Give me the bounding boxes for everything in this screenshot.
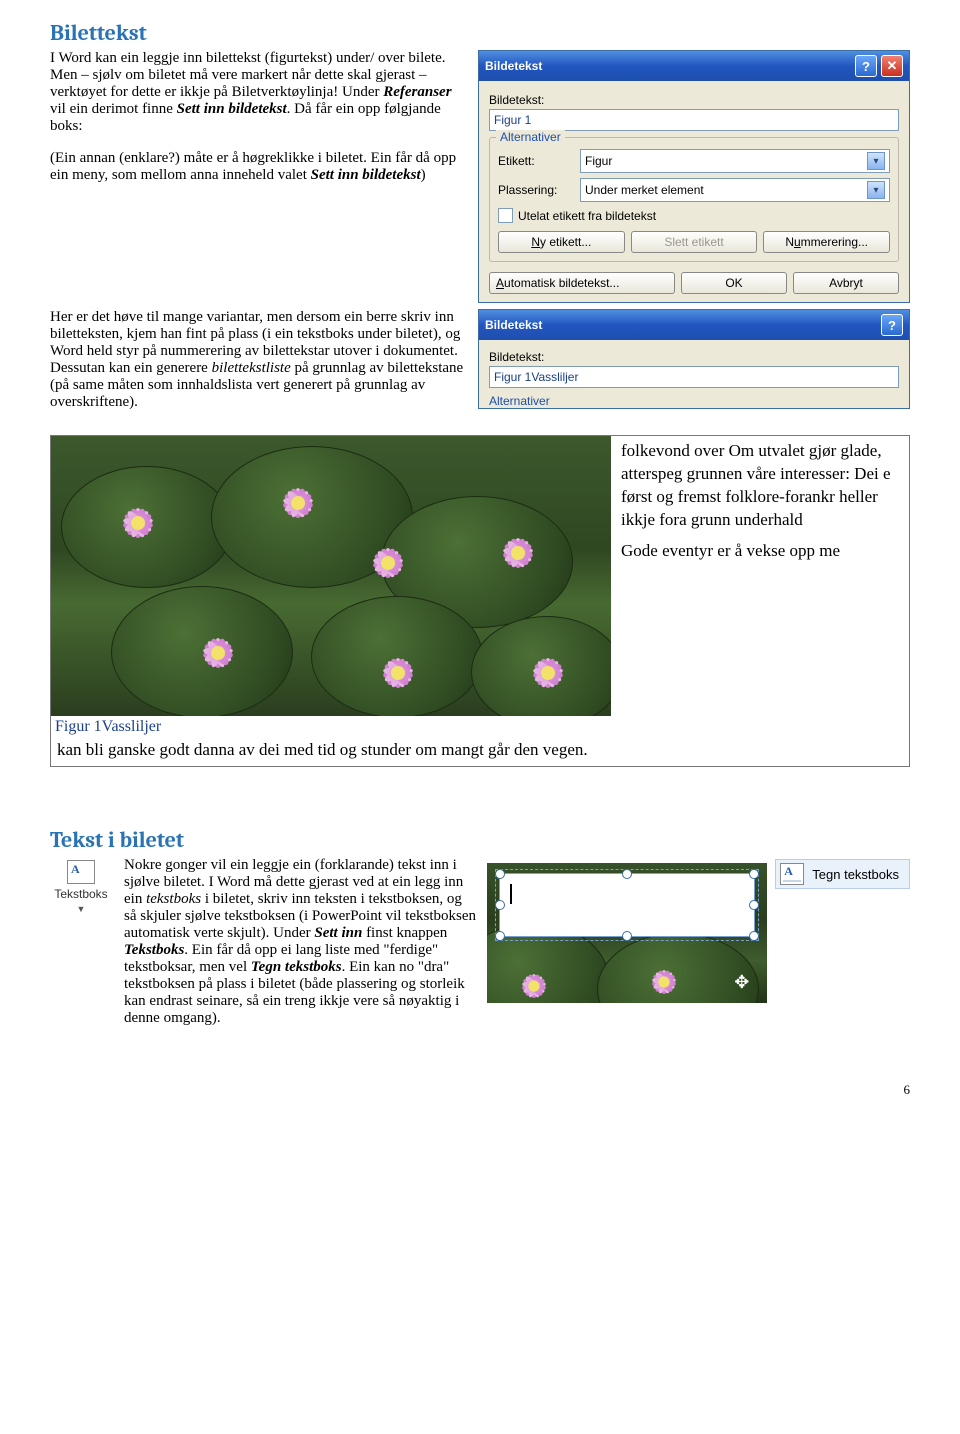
help-icon[interactable]: ? (855, 55, 877, 77)
select-plassering[interactable]: Under merket element ▾ (580, 178, 890, 202)
p2-c: ) (421, 167, 426, 183)
chevron-down-icon: ▼ (77, 904, 86, 914)
resize-handle[interactable] (749, 869, 759, 879)
bildetekst-input[interactable] (489, 109, 899, 131)
etikett-value: Figur (585, 154, 612, 168)
document-figure: Figur 1Vassliljer folkevond over Om utva… (50, 435, 910, 767)
image-with-textbox: ✥ (487, 863, 767, 1003)
ref-settinn2: Sett inn bildetekst (311, 167, 421, 183)
checkbox-icon (498, 208, 513, 223)
heading-bilettekst: Bilettekst (50, 20, 910, 46)
chevron-down-icon: ▾ (867, 181, 885, 199)
group-alternativer: Alternativer Etikett: Figur ▾ Plassering… (489, 137, 899, 262)
p1-c: vil ein derimot finne (50, 101, 177, 117)
chevron-down-icon: ▾ (867, 152, 885, 170)
btn-nummerering[interactable]: Nummerering... (763, 231, 890, 253)
help-icon[interactable]: ? (881, 314, 903, 336)
tekstboks-button[interactable]: A Tekstboks ▼ (50, 857, 112, 917)
tekstboks-icon: A (67, 860, 95, 884)
dialog2-alt: Alternativer (489, 394, 899, 408)
checkbox-label: Utelat etikett fra bildetekst (518, 209, 656, 223)
label-bildetekst: Bildetekst: (489, 93, 899, 107)
figure-below-text: kan bli ganske godt danna av dei med tid… (51, 740, 909, 766)
label-etikett: Etikett: (498, 154, 574, 168)
dialog-title: Bildetekst (485, 59, 542, 73)
ref-sett-inn: Sett inn (314, 925, 362, 941)
ref-tekstboks: tekstboks (146, 891, 201, 907)
tekstboks-label: Tekstboks (54, 887, 107, 901)
resize-handle[interactable] (622, 869, 632, 879)
btn-slett-etikett: Slett etikett (631, 231, 758, 253)
paragraph-2: (Ein annan (enklare?) måte er å høgrekli… (50, 150, 466, 184)
text-cursor (510, 884, 512, 904)
close-icon[interactable]: ✕ (881, 55, 903, 77)
wrapped-text-2: Gode eventyr er å vekse opp me (621, 540, 903, 563)
ref-referanser: Referanser (383, 84, 451, 100)
dialog2-title: Bildetekst (485, 318, 542, 332)
intro-column: I Word kan ein leggje inn bilettekst (fi… (50, 50, 466, 199)
figure-caption: Figur 1Vassliljer (51, 716, 611, 740)
dialog2-input[interactable] (489, 366, 899, 388)
select-etikett[interactable]: Figur ▾ (580, 149, 890, 173)
wrapped-text: folkevond over Om utvalet gjør glade, at… (611, 436, 909, 740)
resize-handle[interactable] (749, 900, 759, 910)
dialog-bildetekst-2: Bildetekst ? Bildetekst: Alternativer (478, 309, 910, 409)
btn-ok[interactable]: OK (681, 272, 787, 294)
resize-handle[interactable] (495, 869, 505, 879)
page-number: 6 (50, 1082, 910, 1098)
dialog-bildetekst: Bildetekst ? ✕ Bildetekst: Alternativer … (478, 50, 910, 303)
label-plassering: Plassering: (498, 183, 574, 197)
group-title: Alternativer (496, 130, 565, 144)
ref-bilettekstliste: bilettekstliste (212, 360, 291, 376)
tegn-tekstboks-icon: A (780, 863, 804, 885)
dialog2-label: Bildetekst: (489, 350, 899, 364)
section2-text: A Tegn tekstboks ✥ Nokre gonger vil e (124, 857, 910, 1042)
move-cursor-icon: ✥ (734, 972, 749, 993)
resize-handle[interactable] (495, 900, 505, 910)
tegn-tekstboks-item[interactable]: A Tegn tekstboks (775, 859, 910, 889)
ref-tegn-tekstboks: Tegn tekstboks (251, 959, 342, 975)
plassering-value: Under merket element (585, 183, 704, 197)
dialog-titlebar: Bildetekst ? ✕ (479, 51, 909, 81)
wrapped-text-1: folkevond over Om utvalet gjør glade, at… (621, 441, 891, 529)
heading-tekst-i-biletet: Tekst i biletet (50, 827, 910, 853)
btn-nyetikett-rest: y etikett... (540, 235, 591, 249)
paragraph-1: I Word kan ein leggje inn bilettekst (fi… (50, 50, 466, 135)
checkbox-utelat[interactable]: Utelat etikett fra bildetekst (498, 208, 890, 223)
resize-handle[interactable] (749, 931, 759, 941)
ref-tekstboks-btn: Tekstboks (124, 942, 184, 958)
paragraph-3: Her er det høve til mange variantar, men… (50, 309, 466, 411)
tegn-tekstboks-label: Tegn tekstboks (812, 867, 899, 882)
waterlily-image (51, 436, 611, 716)
btn-avbryt[interactable]: Avbryt (793, 272, 899, 294)
s2-e: finst knappen (362, 925, 447, 941)
btn-automatisk[interactable]: Automatisk bildetekst... (489, 272, 675, 294)
dialog2-titlebar: Bildetekst ? (479, 310, 909, 340)
textbox-selection[interactable] (499, 873, 755, 937)
resize-handle[interactable] (622, 931, 632, 941)
btn-ny-etikett[interactable]: Ny etikett... (498, 231, 625, 253)
ref-settinn: Sett inn bildetekst (177, 101, 287, 117)
